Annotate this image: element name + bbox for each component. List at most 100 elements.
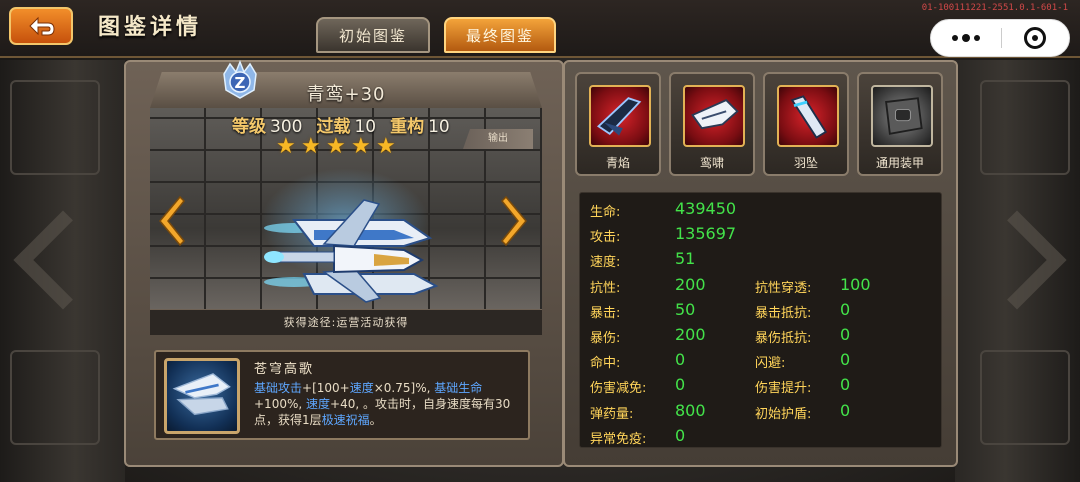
dot-icon	[973, 35, 980, 41]
skill-card: 苍穹高歌 基础攻击+[100+速度×0.75]%, 基础生命+100%, 速度+…	[154, 350, 530, 440]
attribute-label: 暴伤:	[590, 331, 621, 346]
skill-icon	[164, 358, 240, 434]
skill-text: 。	[369, 413, 382, 427]
attribute-label: 攻击:	[590, 230, 621, 246]
right-side-decoration	[955, 60, 1080, 482]
left-side-decoration	[0, 60, 125, 482]
skill-keyword: 基础攻击	[254, 381, 303, 395]
decor-plate	[980, 350, 1070, 445]
equipment-label: 羽坠	[793, 156, 818, 170]
attribute-value: 0	[840, 299, 851, 319]
equipment-label: 通用装甲	[875, 156, 924, 170]
skill-keyword: 速度	[349, 381, 374, 395]
skill-keyword: 速度	[306, 397, 331, 411]
chevron-decoration	[967, 210, 1067, 310]
level-label: 等级	[232, 117, 266, 137]
rebuild-value: 10	[428, 117, 450, 137]
equipment-slot-2[interactable]: 鸾啸	[669, 72, 755, 176]
attribute-value: 0	[840, 375, 851, 395]
skill-text: ×0.75]%,	[373, 381, 435, 395]
star-icon: ★	[351, 134, 371, 159]
dot-icon	[951, 35, 958, 41]
page-title: 图鉴详情	[98, 15, 203, 40]
star-icon: ★	[301, 134, 321, 159]
attribute-value: 50	[675, 299, 696, 319]
armor-icon	[871, 85, 933, 147]
ship-stats-line: 等级 300 过载 10 重构 10	[232, 112, 464, 137]
mini-program-capsule	[930, 19, 1070, 57]
skill-name: 苍穹高歌	[254, 362, 315, 377]
star-icon: ★	[326, 134, 346, 159]
previous-ship-arrow-icon[interactable]	[154, 195, 186, 247]
attribute-label: 暴击抵抗:	[755, 305, 812, 321]
attribute-label: 抗性:	[590, 280, 621, 296]
fighter-ship-image	[264, 199, 439, 303]
build-id: 01-100111221-2551.0.1-601-1	[921, 3, 1068, 13]
attribute-value: 200	[675, 274, 706, 294]
role-output-tag: 输出	[463, 129, 533, 149]
rank-z-badge-icon: Z	[223, 60, 257, 99]
attribute-label: 伤害减免:	[590, 381, 647, 397]
attribute-label: 初始护盾:	[755, 406, 812, 422]
decor-plate	[10, 350, 100, 445]
tab-initial-codex[interactable]: 初始图鉴	[316, 17, 430, 53]
attribute-value: 0	[675, 375, 686, 395]
attribute-value: 800	[675, 400, 706, 420]
more-button[interactable]	[931, 34, 1001, 42]
attribute-list: 生命: 439450 攻击: 135697 速度: 51 抗性: 200 暴击: 50 暴伤: 200…	[579, 192, 942, 448]
equipment-slot-4[interactable]: 通用装甲	[857, 72, 943, 176]
attribute-label: 速度:	[590, 255, 621, 271]
attribute-label: 弹药量:	[590, 406, 634, 422]
attribute-label: 生命:	[590, 205, 621, 220]
ship-name: 青鸾+30	[306, 84, 386, 105]
decor-plate	[980, 80, 1070, 175]
attribute-value: 439450	[675, 199, 737, 218]
attribute-value: 0	[840, 400, 851, 420]
skill-description: 基础攻击+[100+速度×0.75]%, 基础生命+100%, 速度+40, 。…	[254, 380, 516, 428]
wing-icon	[683, 85, 745, 147]
attributes-panel: 青焰 鸾啸 羽坠 通用装甲 生命: 439450 攻击: 135697 速度: 51 抗性:…	[563, 60, 958, 467]
attribute-label: 闪避:	[755, 356, 786, 372]
star-icon: ★	[376, 134, 396, 159]
attribute-label: 伤害提升:	[755, 381, 812, 397]
equipment-slot-3[interactable]: 羽坠	[763, 72, 849, 176]
close-button[interactable]	[1002, 27, 1070, 49]
acquire-method: 获得途径:运营活动获得	[150, 309, 542, 335]
equipment-label: 鸾啸	[699, 156, 724, 170]
attribute-value: 0	[840, 350, 851, 370]
attribute-label: 暴伤抵抗:	[755, 331, 812, 346]
skill-text: +[100+	[302, 381, 350, 395]
ship-showcase-panel: 青鸾+30 Z 等级 300 过载 10 重构 10 ★ ★ ★ ★ ★ 输出 获得途径:运营活动…	[124, 60, 564, 467]
attribute-value: 135697	[675, 224, 737, 244]
attribute-label: 命中:	[590, 356, 621, 372]
attribute-value: 0	[675, 350, 686, 370]
back-button[interactable]	[9, 7, 73, 45]
attribute-value: 100	[840, 274, 871, 294]
decor-plate	[10, 80, 100, 175]
attribute-value: 0	[840, 325, 851, 344]
feather-icon	[777, 85, 839, 147]
top-bar: 图鉴详情 初始图鉴 最终图鉴 01-100111221-2551.0.1-601…	[0, 0, 1080, 58]
target-close-icon	[1024, 27, 1047, 49]
attribute-value: 0	[675, 425, 686, 445]
attribute-label: 暴击:	[590, 305, 621, 321]
attribute-value: 200	[675, 325, 706, 344]
svg-text:Z: Z	[235, 74, 246, 92]
star-rating: ★ ★ ★ ★ ★	[276, 136, 398, 158]
chevron-decoration	[13, 210, 113, 310]
skill-keyword: 基础生命	[434, 381, 483, 395]
attribute-label: 异常免疫:	[590, 431, 647, 447]
star-icon: ★	[276, 134, 296, 159]
equipment-label: 青焰	[605, 156, 630, 170]
attribute-label: 抗性穿透:	[755, 280, 812, 296]
tab-final-codex[interactable]: 最终图鉴	[444, 17, 556, 53]
attribute-value: 51	[675, 249, 696, 269]
skill-keyword: 极速祝福	[321, 413, 370, 427]
next-ship-arrow-icon[interactable]	[500, 195, 532, 247]
blade-icon	[589, 85, 651, 147]
equipment-slot-1[interactable]: 青焰	[575, 72, 661, 176]
dot-icon	[961, 34, 970, 42]
skill-text: +100%,	[254, 397, 306, 411]
back-arrow-icon	[29, 16, 55, 36]
ship-wing-icon	[172, 373, 231, 416]
